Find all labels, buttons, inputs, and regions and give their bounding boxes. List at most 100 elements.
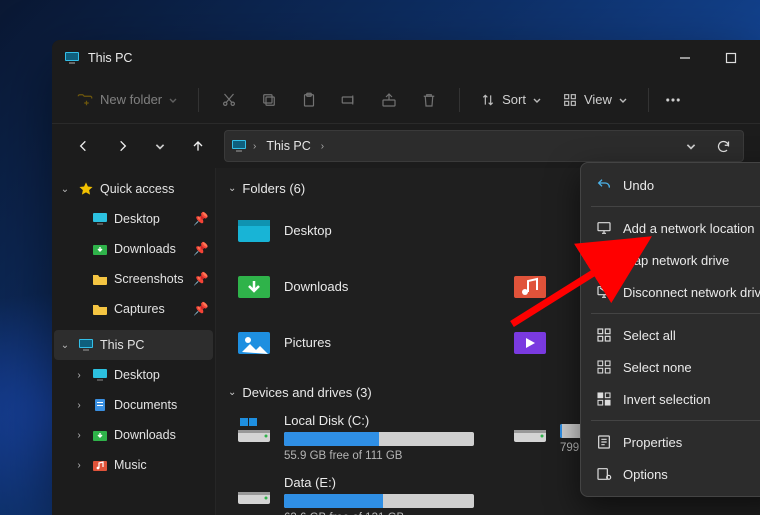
chevron-down-icon[interactable]: ⌄: [58, 340, 72, 351]
maximize-button[interactable]: [708, 40, 754, 76]
menu-separator: [591, 313, 760, 314]
rename-button[interactable]: [331, 83, 367, 117]
sidebar-label: Captures: [114, 302, 187, 316]
network-location-icon: [595, 219, 613, 237]
chevron-right-icon[interactable]: ›: [319, 141, 326, 152]
documents-icon: [92, 397, 108, 413]
drive-data-e[interactable]: Data (E:) 63.6 GB free of 131 GB: [230, 470, 486, 515]
pin-icon[interactable]: 📌: [193, 242, 207, 257]
chevron-right-icon[interactable]: ›: [72, 460, 86, 471]
sidebar-quick-access[interactable]: ⌄ Quick access: [54, 174, 213, 204]
new-folder-label: New folder: [100, 92, 162, 107]
sidebar-quick-screenshots[interactable]: Screenshots 📌: [54, 264, 213, 294]
chevron-right-icon[interactable]: ›: [251, 141, 258, 152]
menu-map-network-drive[interactable]: Map network drive: [585, 244, 760, 276]
sidebar-label: Quick access: [100, 182, 207, 196]
view-button[interactable]: View: [554, 83, 636, 117]
item-label: Pictures: [284, 335, 331, 350]
menu-label: Properties: [623, 435, 682, 450]
desktop-icon: [92, 211, 108, 227]
share-button[interactable]: [371, 83, 407, 117]
menu-select-all[interactable]: Select all: [585, 319, 760, 351]
drive-usage-bar: [284, 432, 474, 446]
sidebar-label: Music: [114, 458, 207, 472]
this-pc-icon: [78, 337, 94, 353]
recent-locations-button[interactable]: [144, 130, 176, 162]
desktop-icon: [92, 367, 108, 383]
new-folder-button[interactable]: New folder: [68, 83, 186, 117]
minimize-button[interactable]: [662, 40, 708, 76]
chevron-down-icon[interactable]: ⌄: [226, 387, 238, 398]
menu-separator: [591, 206, 760, 207]
copy-button[interactable]: [251, 83, 287, 117]
sidebar-quick-downloads[interactable]: Downloads 📌: [54, 234, 213, 264]
sidebar-pc-documents[interactable]: › Documents: [54, 390, 213, 420]
sidebar-quick-captures[interactable]: Captures 📌: [54, 294, 213, 324]
desktop-icon: [234, 210, 274, 250]
chevron-right-icon[interactable]: ›: [72, 430, 86, 441]
pictures-icon: [234, 322, 274, 362]
options-icon: [595, 465, 613, 483]
chevron-right-icon[interactable]: ›: [72, 370, 86, 381]
sidebar-label: Screenshots: [114, 272, 187, 286]
downloads-icon: [92, 241, 108, 257]
address-bar[interactable]: › This PC ›: [224, 130, 744, 162]
sidebar-pc-desktop[interactable]: › Desktop: [54, 360, 213, 390]
more-button[interactable]: [655, 83, 691, 117]
item-label: Downloads: [284, 279, 348, 294]
menu-properties[interactable]: Properties: [585, 426, 760, 458]
delete-button[interactable]: [411, 83, 447, 117]
menu-separator: [591, 420, 760, 421]
pin-icon[interactable]: 📌: [193, 212, 207, 227]
menu-invert-selection[interactable]: Invert selection: [585, 383, 760, 415]
menu-label: Disconnect network drive: [623, 285, 760, 300]
folder-pictures[interactable]: Pictures: [230, 316, 486, 368]
menu-add-network-location[interactable]: Add a network location: [585, 212, 760, 244]
sidebar-this-pc[interactable]: ⌄ This PC: [54, 330, 213, 360]
star-icon: [78, 181, 94, 197]
sidebar-pc-music[interactable]: › Music: [54, 450, 213, 480]
menu-disconnect-network-drive[interactable]: Disconnect network drive: [585, 276, 760, 308]
cut-button[interactable]: [211, 83, 247, 117]
folder-downloads[interactable]: Downloads: [230, 260, 486, 312]
drive-local-c[interactable]: Local Disk (C:) 55.9 GB free of 111 GB: [230, 408, 486, 466]
this-pc-icon: [64, 50, 80, 66]
select-all-icon: [595, 326, 613, 344]
drive-name: Data (E:): [284, 475, 482, 490]
back-button[interactable]: [68, 130, 100, 162]
sidebar-pc-downloads[interactable]: › Downloads: [54, 420, 213, 450]
folder-icon: [92, 271, 108, 287]
paste-button[interactable]: [291, 83, 327, 117]
sort-button[interactable]: Sort: [472, 83, 550, 117]
drive-os-icon: [234, 410, 274, 450]
chevron-down-icon[interactable]: ⌄: [226, 183, 238, 194]
forward-button[interactable]: [106, 130, 138, 162]
up-button[interactable]: [182, 130, 214, 162]
pin-icon[interactable]: 📌: [193, 272, 207, 287]
drive-free-text: 63.6 GB free of 131 GB: [284, 512, 482, 515]
this-pc-icon: [231, 138, 247, 154]
folder-desktop[interactable]: Desktop: [230, 204, 486, 256]
chevron-down-icon[interactable]: ⌄: [58, 184, 72, 195]
chevron-right-icon[interactable]: ›: [72, 400, 86, 411]
refresh-button[interactable]: [709, 132, 737, 160]
map-drive-icon: [595, 251, 613, 269]
window-title: This PC: [88, 51, 132, 65]
menu-label: Add a network location: [623, 221, 755, 236]
toolbar: New folder Sort View: [52, 76, 760, 124]
sidebar-quick-desktop[interactable]: Desktop 📌: [54, 204, 213, 234]
downloads-icon: [92, 427, 108, 443]
menu-select-none[interactable]: Select none: [585, 351, 760, 383]
select-none-icon: [595, 358, 613, 376]
menu-undo[interactable]: Undo: [585, 169, 760, 201]
downloads-icon: [234, 266, 274, 306]
menu-label: Invert selection: [623, 392, 710, 407]
titlebar: This PC: [52, 40, 760, 76]
pin-icon[interactable]: 📌: [193, 302, 207, 317]
music-icon: [92, 457, 108, 473]
breadcrumb-this-pc[interactable]: This PC: [262, 137, 314, 155]
menu-options[interactable]: Options: [585, 458, 760, 490]
drive-icon: [510, 410, 550, 450]
address-history-button[interactable]: [677, 132, 705, 160]
sidebar-label: Downloads: [114, 428, 207, 442]
